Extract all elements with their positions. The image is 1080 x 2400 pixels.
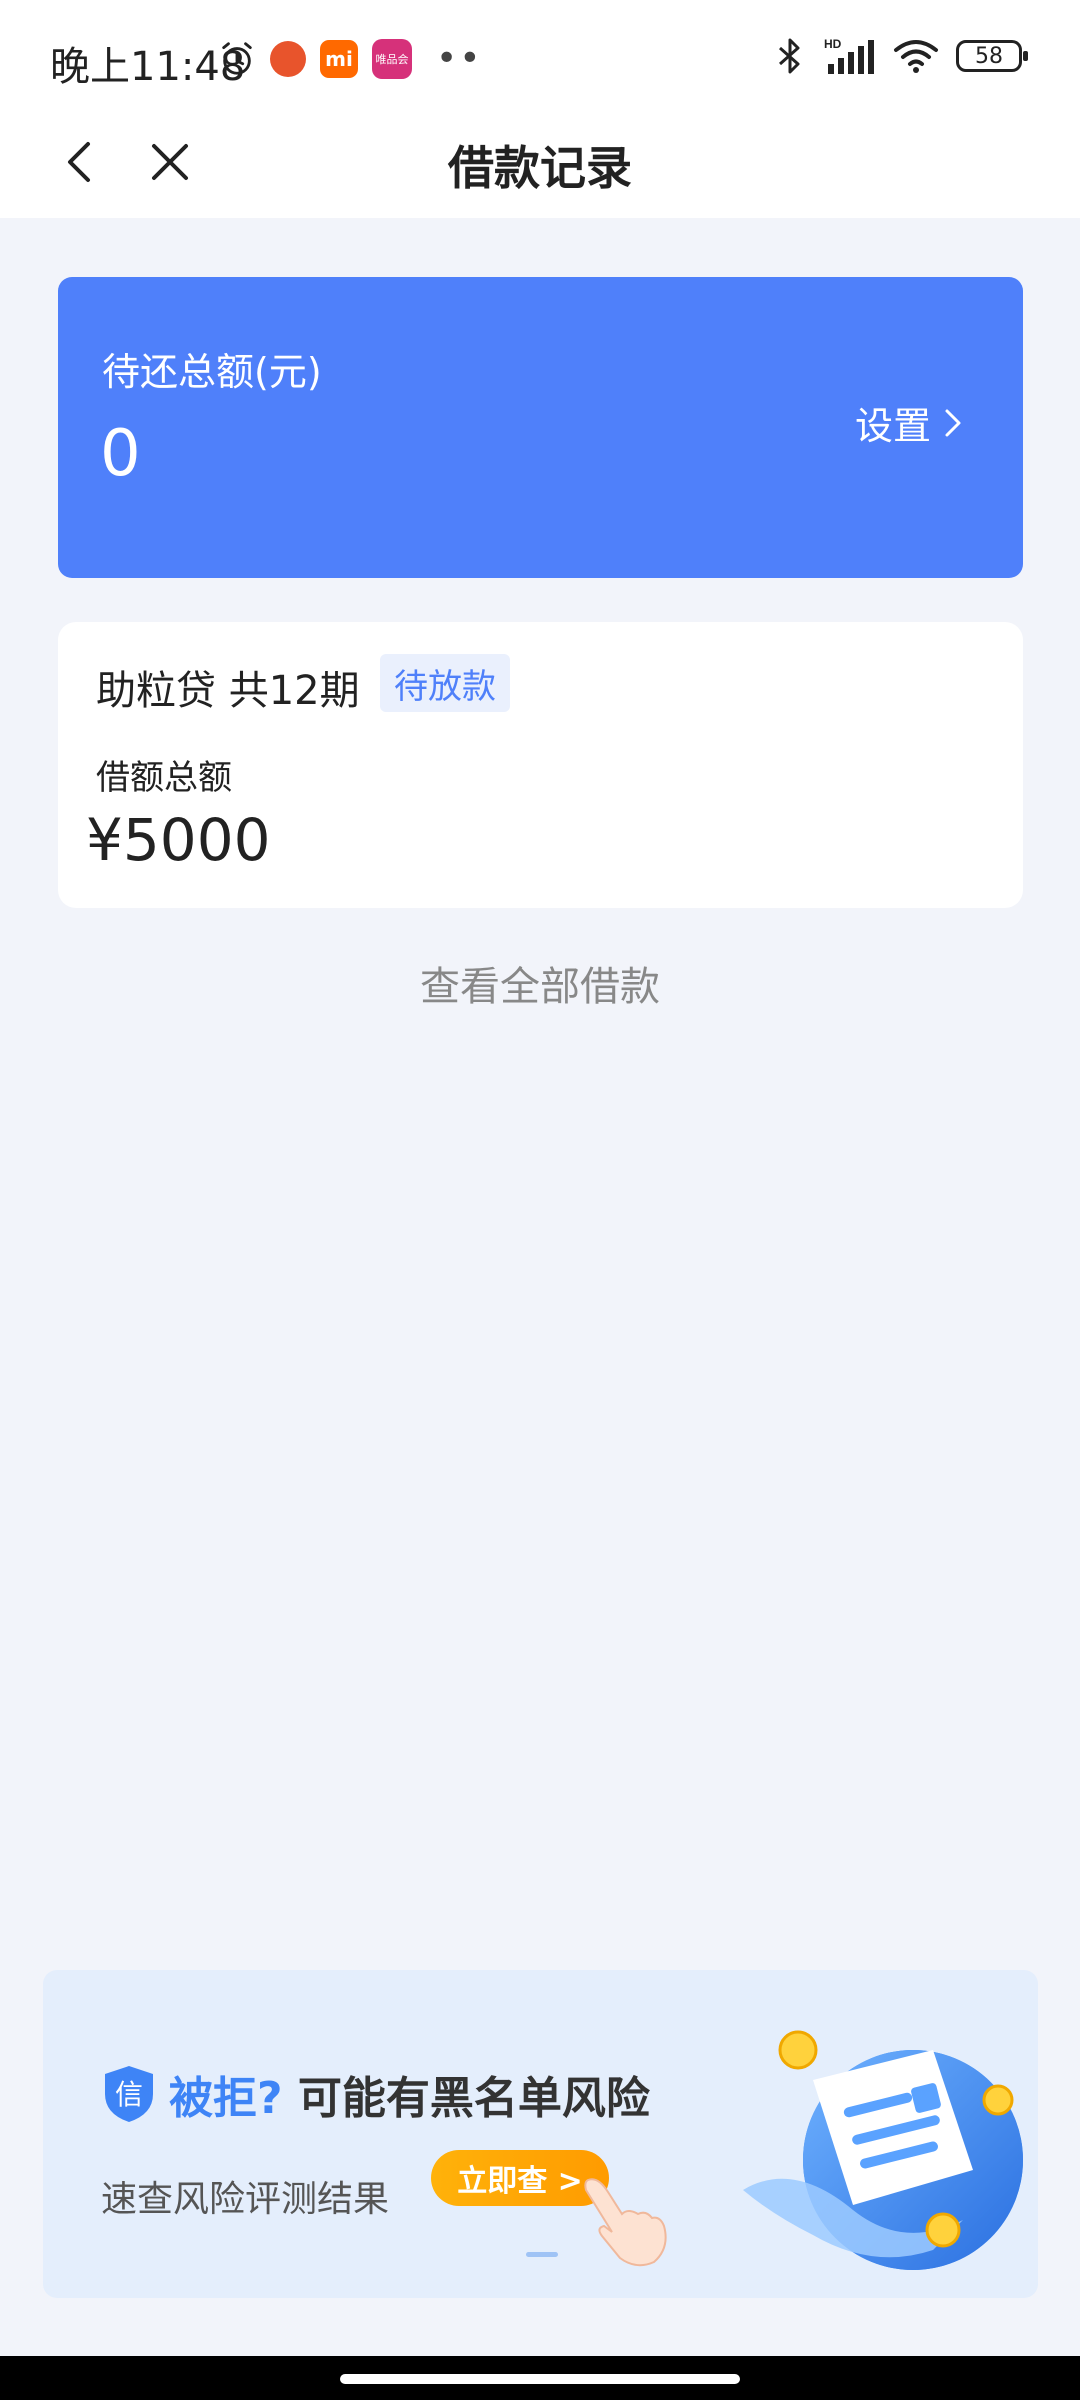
carousel-indicator (526, 2252, 558, 2257)
status-bar: 晚上11:48 mi 唯品会 •• HD 58 (0, 0, 1080, 118)
banner-title-highlight: 被拒? (169, 2073, 283, 2124)
pointing-hand-icon (584, 2178, 667, 2267)
signal-hd-icon: HD (824, 37, 874, 74)
status-notification-icons: mi 唯品会 •• (218, 38, 482, 79)
settings-label: 设置 (854, 404, 931, 448)
settings-button[interactable]: 设置 (855, 395, 965, 450)
status-system-icons: HD 58 (772, 36, 1028, 76)
page-title: 借款记录 (448, 141, 632, 195)
shield-credit-icon: 信 (105, 2066, 153, 2122)
alarm-clock-icon (222, 41, 252, 75)
battery-indicator: 58 (956, 40, 1028, 72)
loan-record-card[interactable]: 助粒贷 共12期 待放款 借额总额 ¥5000 (58, 622, 1023, 908)
bluetooth-icon (779, 38, 800, 74)
nav-bar: 借款记录 (0, 118, 1080, 218)
svg-text:信: 信 (115, 2078, 143, 2111)
pending-repayment-amount: 0 (100, 417, 141, 491)
document-illustration-icon (743, 2030, 1023, 2270)
status-badge: 待放款 (380, 654, 510, 712)
banner-subtitle: 速查风险评测结果 (101, 2179, 390, 2220)
home-indicator[interactable] (340, 2374, 740, 2384)
app-notification-icon (270, 40, 306, 77)
loan-product-name: 助粒贷 共12期 (96, 668, 360, 714)
loan-amount-label: 借额总额 (96, 758, 232, 798)
wifi-icon (894, 40, 938, 73)
banner-title: 被拒? 可能有黑名单风险 (169, 2062, 650, 2126)
more-notifications-icon: •• (436, 38, 483, 79)
view-all-loans-link[interactable]: 查看全部借款 (0, 954, 1080, 1012)
mi-app-icon: mi (320, 39, 358, 78)
pending-repayment-label: 待还总额(元) (102, 350, 322, 394)
risk-check-banner[interactable]: 信 被拒? 可能有黑名单风险 速查风险评测结果 立即查 > (43, 1970, 1038, 2298)
repayment-summary-card: 待还总额(元) 0 设置 (58, 277, 1023, 578)
banner-title-rest: 可能有黑名单风险 (297, 2073, 650, 2124)
system-navigation-bar (0, 2356, 1080, 2400)
status-time: 晚上11:48 (50, 44, 246, 90)
vip-app-icon: 唯品会 (372, 38, 412, 79)
loan-amount: ¥5000 (86, 806, 271, 874)
svg-text:HD: HD (824, 37, 842, 51)
chevron-right-icon (945, 409, 961, 436)
